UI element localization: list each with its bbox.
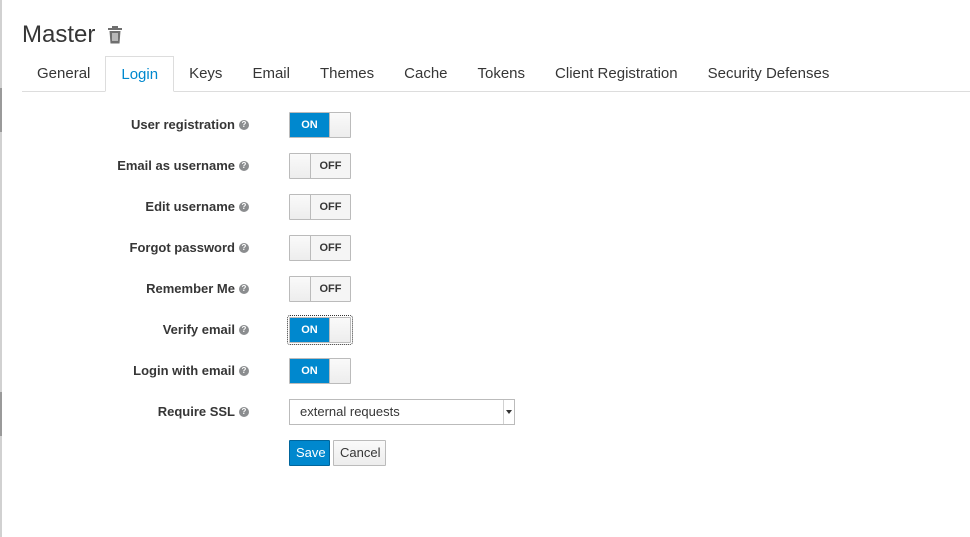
- tab-general[interactable]: General: [22, 56, 105, 91]
- page-title: Master: [22, 21, 96, 48]
- setting-row-forgot-password: Forgot password? OFF: [0, 235, 970, 261]
- user-registration-switch[interactable]: ON: [289, 112, 351, 138]
- switch-state: ON: [290, 113, 329, 137]
- setting-label: Require SSL: [157, 404, 235, 419]
- setting-label: Verify email: [162, 322, 235, 337]
- login-with-email-switch[interactable]: ON: [289, 358, 351, 384]
- forgot-password-switch[interactable]: OFF: [289, 235, 351, 261]
- chevron-down-icon: [503, 400, 514, 424]
- switch-state: ON: [290, 359, 329, 383]
- tab-email[interactable]: Email: [237, 56, 305, 91]
- question-circle-icon[interactable]: ?: [239, 284, 249, 294]
- switch-state: OFF: [311, 154, 350, 178]
- setting-row-edit-username: Edit username? OFF: [0, 194, 970, 220]
- email-as-username-switch[interactable]: OFF: [289, 153, 351, 179]
- trash-icon[interactable]: [107, 26, 123, 44]
- setting-row-user-registration: User registration? ON: [0, 112, 970, 138]
- question-circle-icon[interactable]: ?: [239, 120, 249, 130]
- setting-label: User registration: [130, 117, 235, 132]
- question-circle-icon[interactable]: ?: [239, 161, 249, 171]
- setting-label: Remember Me: [146, 281, 235, 296]
- question-circle-icon[interactable]: ?: [239, 325, 249, 335]
- page-header: Master: [22, 20, 123, 50]
- tab-security-defenses[interactable]: Security Defenses: [693, 56, 845, 91]
- cancel-button[interactable]: Cancel: [333, 440, 386, 466]
- switch-state: ON: [290, 318, 329, 342]
- setting-row-remember-me: Remember Me? OFF: [0, 276, 970, 302]
- setting-label: Forgot password: [129, 240, 235, 255]
- setting-label: Login with email: [133, 363, 235, 378]
- realm-settings-tabs: General Login Keys Email Themes Cache To…: [22, 56, 970, 92]
- tab-tokens[interactable]: Tokens: [463, 56, 541, 91]
- switch-state: OFF: [311, 195, 350, 219]
- setting-row-require-ssl: Require SSL? external requests: [0, 399, 970, 425]
- question-circle-icon[interactable]: ?: [239, 243, 249, 253]
- setting-row-login-with-email: Login with email? ON: [0, 358, 970, 384]
- switch-state: OFF: [311, 277, 350, 301]
- edit-username-switch[interactable]: OFF: [289, 194, 351, 220]
- verify-email-switch[interactable]: ON: [287, 315, 353, 345]
- setting-row-verify-email: Verify email? ON: [0, 315, 970, 345]
- tab-client-registration[interactable]: Client Registration: [540, 56, 693, 91]
- require-ssl-value: external requests: [300, 404, 400, 419]
- question-circle-icon[interactable]: ?: [239, 202, 249, 212]
- require-ssl-select[interactable]: external requests: [289, 399, 515, 425]
- switch-state: OFF: [311, 236, 350, 260]
- tab-login[interactable]: Login: [105, 56, 175, 92]
- setting-label: Edit username: [145, 199, 235, 214]
- save-button[interactable]: Save: [289, 440, 330, 466]
- form-actions: Save Cancel: [0, 440, 970, 466]
- question-circle-icon[interactable]: ?: [239, 366, 249, 376]
- setting-row-email-as-username: Email as username? OFF: [0, 153, 970, 179]
- question-circle-icon[interactable]: ?: [239, 407, 249, 417]
- tab-cache[interactable]: Cache: [389, 56, 462, 91]
- tab-keys[interactable]: Keys: [174, 56, 237, 91]
- tab-themes[interactable]: Themes: [305, 56, 389, 91]
- setting-label: Email as username: [117, 158, 235, 173]
- remember-me-switch[interactable]: OFF: [289, 276, 351, 302]
